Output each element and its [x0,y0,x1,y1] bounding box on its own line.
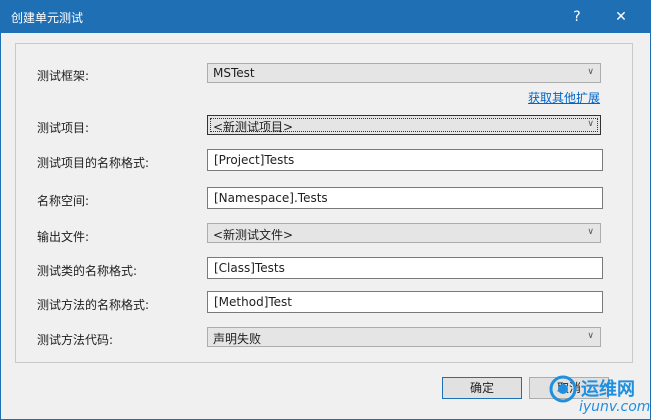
watermark-url-text: iyunv.com [579,399,651,415]
method-name-format-value: [Method]Test [214,295,292,309]
close-button[interactable]: ✕ [601,1,641,33]
create-unit-test-dialog: 创建单元测试 ? ✕ 测试框架: MSTest ∨ 获取其他扩展 测试项目: <… [0,0,651,420]
framework-combo[interactable]: MSTest ∨ [207,63,601,83]
output-file-combo[interactable]: <新测试文件> ∨ [207,223,601,243]
output-file-label: 输出文件: [37,230,90,244]
method-code-value: 声明失败 [213,332,262,346]
method-code-label: 测试方法代码: [37,333,114,347]
namespace-input[interactable]: [Namespace].Tests [207,187,603,209]
framework-label: 测试框架: [37,69,90,83]
project-combo[interactable]: <新测试项目> ∨ [207,115,601,135]
chevron-down-icon: ∨ [587,119,594,129]
title-bar[interactable]: 创建单元测试 ? ✕ [1,1,650,33]
method-name-format-input[interactable]: [Method]Test [207,291,603,313]
method-code-combo[interactable]: 声明失败 ∨ [207,327,601,347]
namespace-value: [Namespace].Tests [214,191,328,205]
watermark-logo-icon [549,375,577,403]
watermark-cn-text: 运维网 [581,379,635,400]
output-file-value: <新测试文件> [213,228,294,242]
help-button[interactable]: ? [563,1,591,33]
ok-button[interactable]: 确定 [442,377,522,399]
chevron-down-icon: ∨ [587,331,594,341]
dialog-title: 创建单元测试 [11,11,84,25]
class-name-format-input[interactable]: [Class]Tests [207,257,603,279]
chevron-down-icon: ∨ [587,67,594,77]
project-value: <新测试项目> [213,120,294,134]
class-name-format-value: [Class]Tests [214,261,285,275]
chevron-down-icon: ∨ [587,227,594,237]
namespace-label: 名称空间: [37,194,90,208]
project-name-format-label: 测试项目的名称格式: [37,156,150,170]
get-extensions-link[interactable]: 获取其他扩展 [528,89,600,106]
project-name-format-value: [Project]Tests [214,153,295,167]
method-name-format-label: 测试方法的名称格式: [37,298,150,312]
project-name-format-input[interactable]: [Project]Tests [207,149,603,171]
framework-value: MSTest [213,66,255,80]
class-name-format-label: 测试类的名称格式: [37,264,138,278]
watermark: 运维网 iyunv.com [549,373,651,419]
project-label: 测试项目: [37,121,90,135]
